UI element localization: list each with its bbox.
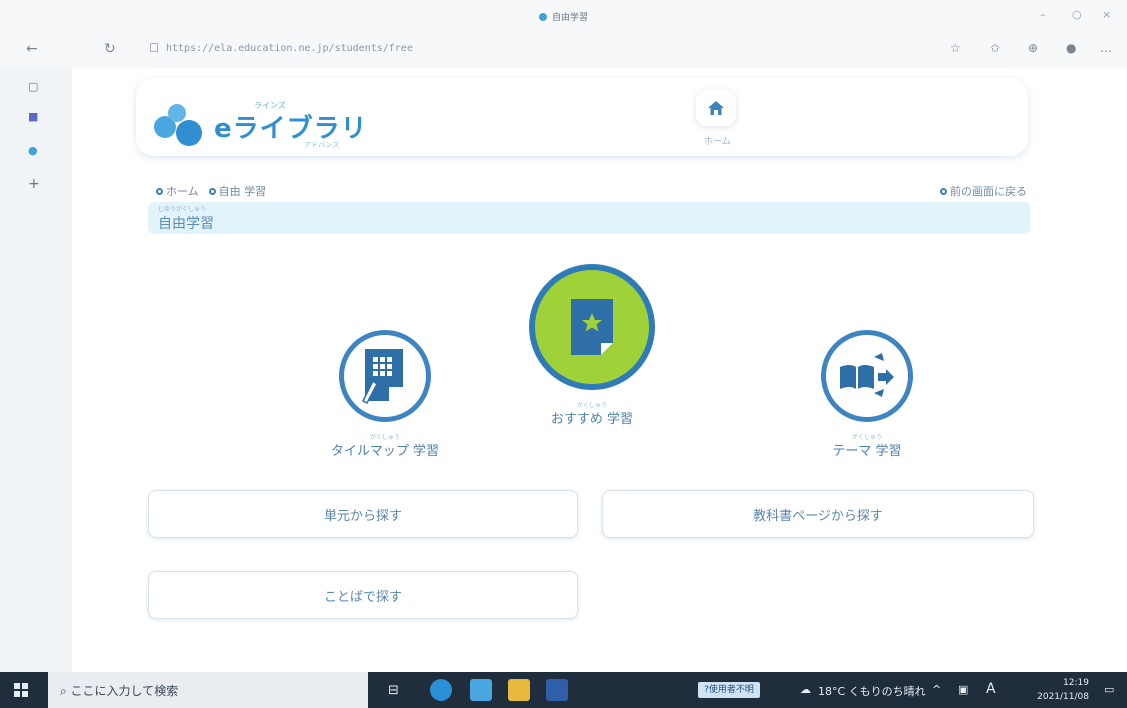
search-by-unit-label: 単元から探す [323, 508, 402, 524]
url-field[interactable]: https://ela.education.ne.jp/students/fre… [150, 43, 413, 54]
back-dot-icon [940, 188, 947, 195]
taskbar: ⌕ ここに入力して検索 ⊟ ?使用者不明 ☁ 18°C くもりのち晴れ ^ ▣ … [0, 672, 1127, 708]
brand-name: eライブラリ [214, 114, 368, 144]
tab-title: 自由学習 [551, 13, 588, 23]
window-title-bar: 自由学習 – ○ × [0, 0, 1127, 32]
theme-study[interactable]: がくしゅう テーマ 学習 [772, 330, 962, 459]
maximize-button[interactable]: ○ [1072, 8, 1082, 21]
page-content: ラインズ eライブラリ アドバンス ホーム ホーム 自由 学習 前の画面に戻る じ… [72, 68, 1127, 672]
minimize-button[interactable]: – [1040, 8, 1046, 21]
address-bar: ← ↻ https://ela.education.ne.jp/students… [0, 32, 1127, 68]
clock-time: 12:19 [1063, 678, 1089, 688]
tray-chevron-icon[interactable]: ^ [932, 683, 941, 696]
page-title-ruby: じゆうがくしゅう [158, 206, 207, 213]
theme-ruby: がくしゅう [851, 434, 882, 441]
breadcrumb-home[interactable]: ホーム [166, 185, 199, 198]
brand-sub-text: アドバンス [304, 141, 340, 149]
refresh-icon[interactable]: ↻ [104, 41, 116, 57]
weather-text[interactable]: 18°C くもりのち晴れ [818, 683, 926, 699]
more-menu-icon[interactable]: … [1100, 41, 1112, 55]
profile-icon[interactable]: ● [1066, 41, 1076, 55]
tile-map-ruby: がくしゅう [369, 434, 400, 441]
breadcrumb-current: 自由 学習 [218, 185, 267, 198]
site-favicon-icon [538, 13, 547, 21]
vertical-tab-strip: ▢ ■ ● + [0, 68, 72, 672]
search-by-textbook-label: 教科書ページから探す [753, 508, 883, 524]
tile-map-icon [361, 349, 403, 404]
tile-map-text: タイルマップ 学習 [330, 444, 440, 459]
site-header: ラインズ eライブラリ アドバンス ホーム [136, 78, 1028, 156]
tile-map-label: がくしゅう タイルマップ 学習 [290, 432, 480, 459]
page-title: 自由学習 [158, 216, 214, 232]
lock-icon [150, 43, 158, 52]
tile-map-button[interactable] [339, 330, 431, 422]
header-info-box [756, 86, 1016, 148]
new-tab-icon[interactable]: + [28, 176, 40, 192]
search-by-word-label: ことばで探す [323, 589, 402, 605]
tab-actions-icon[interactable]: ▢ [28, 80, 38, 93]
close-button[interactable]: × [1102, 8, 1111, 21]
word-app-icon[interactable] [546, 679, 568, 701]
ime-indicator[interactable]: A [986, 681, 996, 697]
windows-start-icon[interactable] [14, 683, 28, 697]
breadcrumb: ホーム 自由 学習 [156, 183, 266, 199]
window-title: 自由学習 [0, 10, 1127, 23]
back-link[interactable]: 前の画面に戻る [940, 183, 1027, 199]
search-by-word-button[interactable]: ことばで探す [148, 571, 578, 619]
theme-button[interactable] [821, 330, 913, 422]
weather-icon: ☁ [800, 683, 811, 696]
search-by-textbook-button[interactable]: 教科書ページから探す [602, 490, 1034, 538]
search-by-unit-button[interactable]: 単元から探す [148, 490, 578, 538]
collections-icon[interactable]: ⊕ [1028, 41, 1038, 55]
page-title-band: じゆうがくしゅう 自由学習 [148, 202, 1030, 234]
back-link-label: 前の画面に戻る [950, 185, 1027, 198]
edge-app-icon[interactable] [430, 679, 452, 701]
user-status-badge: ?使用者不明 [698, 682, 760, 698]
clock-date: 2021/11/08 [1037, 692, 1089, 702]
recommended-ruby: がくしゅう [576, 402, 607, 409]
teams-tab-icon[interactable]: ■ [28, 110, 38, 123]
bubbles-logo-icon [154, 104, 206, 146]
brand-logo[interactable]: ラインズ eライブラリ アドバンス [154, 100, 374, 150]
read-aloud-icon[interactable]: ☆ [950, 41, 961, 55]
file-explorer-icon[interactable] [508, 679, 530, 701]
recommended-label: がくしゅう おすすめ 学習 [522, 400, 662, 427]
favorites-icon[interactable]: ✩ [990, 41, 1000, 55]
recommended-text: おすすめ 学習 [550, 412, 634, 427]
breadcrumb-dot-icon [156, 188, 163, 195]
theme-text: テーマ 学習 [832, 444, 902, 459]
back-arrow-icon[interactable]: ← [26, 41, 38, 57]
breadcrumb-dot-icon [208, 188, 216, 195]
star-book-icon [571, 299, 613, 355]
url-text: https://ela.education.ne.jp/students/fre… [166, 43, 413, 54]
theme-label: がくしゅう テーマ 学習 [772, 432, 962, 459]
tile-map-study[interactable]: がくしゅう タイルマップ 学習 [290, 330, 480, 459]
taskbar-search-placeholder: ここに入力して検索 [70, 684, 179, 698]
recommended-button[interactable] [529, 264, 655, 390]
home-button[interactable] [696, 90, 736, 126]
elibrary-tab-icon[interactable]: ● [28, 144, 38, 157]
taskbar-search-input[interactable]: ⌕ ここに入力して検索 [48, 672, 368, 708]
task-view-icon[interactable]: ⊟ [388, 683, 399, 698]
home-icon [708, 101, 724, 115]
recommended-study[interactable]: がくしゅう おすすめ 学習 [522, 264, 662, 427]
elibrary-app-icon[interactable] [470, 679, 492, 701]
tray-app-icon[interactable]: ▣ [958, 683, 968, 696]
home-label: ホーム [704, 137, 731, 147]
theme-book-arrows-icon [840, 353, 894, 397]
clock[interactable]: 12:19 2021/11/08 [1037, 676, 1089, 704]
notification-icon[interactable]: ▭ [1104, 683, 1114, 696]
